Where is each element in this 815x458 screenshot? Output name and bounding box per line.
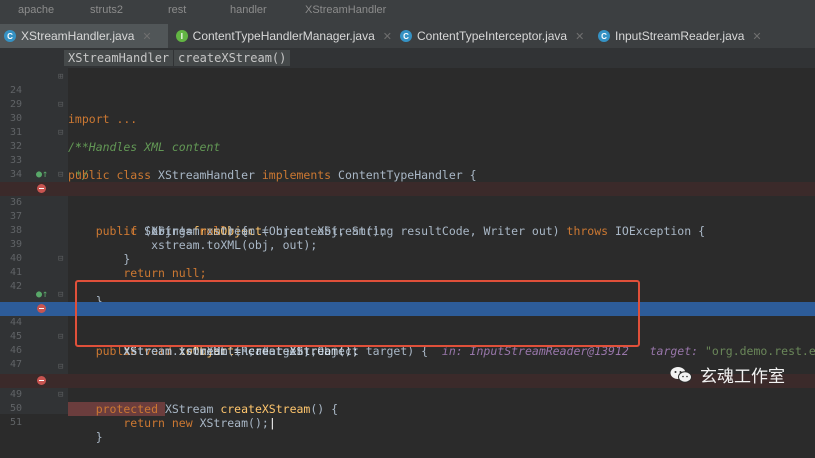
fold-icon[interactable]: ⊞ bbox=[58, 70, 63, 84]
class-icon: C bbox=[400, 30, 412, 42]
tab-label: InputStreamReader.java bbox=[615, 29, 745, 43]
code-line: 29 bbox=[0, 84, 815, 110]
code-text: return new XStream();| bbox=[68, 416, 276, 430]
close-icon[interactable]: ✕ bbox=[575, 30, 584, 43]
close-icon[interactable]: ✕ bbox=[383, 30, 392, 43]
tab-contenttypehandlermanager[interactable]: I ContentTypeHandlerManager.java ✕ bbox=[172, 24, 392, 48]
code-line: 39 } bbox=[0, 224, 815, 266]
breadcrumb-class[interactable]: XStreamHandler bbox=[64, 50, 174, 66]
code-line: 24 ⊞ import ... bbox=[0, 70, 815, 126]
fold-icon[interactable]: ⊟ bbox=[58, 98, 63, 112]
fold-icon[interactable]: ⊟ bbox=[58, 168, 63, 182]
code-line: 41 ⊟ } bbox=[0, 252, 815, 308]
fold-icon[interactable]: ⊟ bbox=[58, 330, 63, 344]
wechat-icon bbox=[670, 366, 692, 384]
code-line: 36 if (obj != null) { bbox=[0, 182, 815, 238]
nav-crumb[interactable]: apache bbox=[18, 4, 54, 16]
tab-inputstreamreader[interactable]: C InputStreamReader.java ✕ bbox=[594, 24, 764, 48]
fold-icon[interactable]: ⊟ bbox=[58, 252, 63, 266]
code-breadcrumb: XStreamHandler createXStream() bbox=[0, 48, 815, 68]
code-line: 50 ⊟ } bbox=[0, 388, 815, 444]
fold-icon[interactable]: ⊟ bbox=[58, 360, 63, 374]
implements-icon[interactable]: ●↑ bbox=[36, 168, 48, 182]
code-line: 34 bbox=[0, 154, 815, 180]
code-line: 33 public class XStreamHandler implement… bbox=[0, 140, 815, 182]
code-line: 37 XStream xstream = createXStream(); bbox=[0, 196, 815, 238]
tab-contenttypeinterceptor[interactable]: C ContentTypeInterceptor.java ✕ bbox=[396, 24, 591, 48]
code-line: 38 xstream.toXML(obj, out); bbox=[0, 210, 815, 252]
editor-tab-bar: C XStreamHandler.java ✕ I ContentTypeHan… bbox=[0, 24, 815, 49]
navigation-bar: apache struts2 rest handler XStreamHandl… bbox=[0, 0, 815, 24]
fold-icon[interactable]: ⊟ bbox=[58, 288, 63, 302]
nav-crumb[interactable]: struts2 bbox=[90, 4, 123, 16]
class-icon: C bbox=[598, 30, 610, 42]
code-line: 30 ⊟ /** bbox=[0, 98, 815, 154]
close-icon[interactable]: ✕ bbox=[142, 30, 151, 43]
fold-icon[interactable]: ⊟ bbox=[58, 126, 63, 140]
class-icon: C bbox=[4, 30, 16, 42]
interface-icon: I bbox=[176, 30, 188, 42]
code-line: 35 ●↑ ⊟ public String fromObject(Object … bbox=[0, 168, 815, 238]
close-icon[interactable]: ✕ bbox=[752, 30, 761, 43]
code-line: 32 ⊟ */ bbox=[0, 126, 815, 182]
tab-label: ContentTypeHandlerManager.java bbox=[192, 29, 375, 43]
watermark: 玄魂工作室 bbox=[670, 362, 785, 387]
line-number: 51 bbox=[9, 417, 22, 428]
code-line: 40 return null; bbox=[0, 238, 815, 280]
implements-icon[interactable]: ●↑ bbox=[36, 288, 48, 302]
breakpoint-icon[interactable] bbox=[37, 304, 46, 313]
breakpoint-icon[interactable] bbox=[37, 184, 46, 193]
watermark-text: 玄魂工作室 bbox=[700, 367, 785, 387]
fold-icon[interactable]: ⊟ bbox=[58, 388, 63, 402]
annotation-highlight-box bbox=[75, 280, 640, 347]
nav-crumb[interactable]: XStreamHandler bbox=[305, 4, 386, 16]
tab-xstreamhandler[interactable]: C XStreamHandler.java ✕ bbox=[0, 24, 168, 48]
breadcrumb-method[interactable]: createXStream() bbox=[174, 50, 291, 66]
tab-label: ContentTypeInterceptor.java bbox=[417, 29, 568, 43]
nav-crumb[interactable]: handler bbox=[230, 4, 267, 16]
code-line: 31 * Handles XML content bbox=[0, 112, 815, 154]
tab-label: XStreamHandler.java bbox=[21, 29, 135, 43]
nav-crumb[interactable]: rest bbox=[168, 4, 186, 16]
breakpoint-icon[interactable] bbox=[37, 376, 46, 385]
code-line: 42 bbox=[0, 266, 815, 292]
code-text: } bbox=[68, 430, 103, 444]
